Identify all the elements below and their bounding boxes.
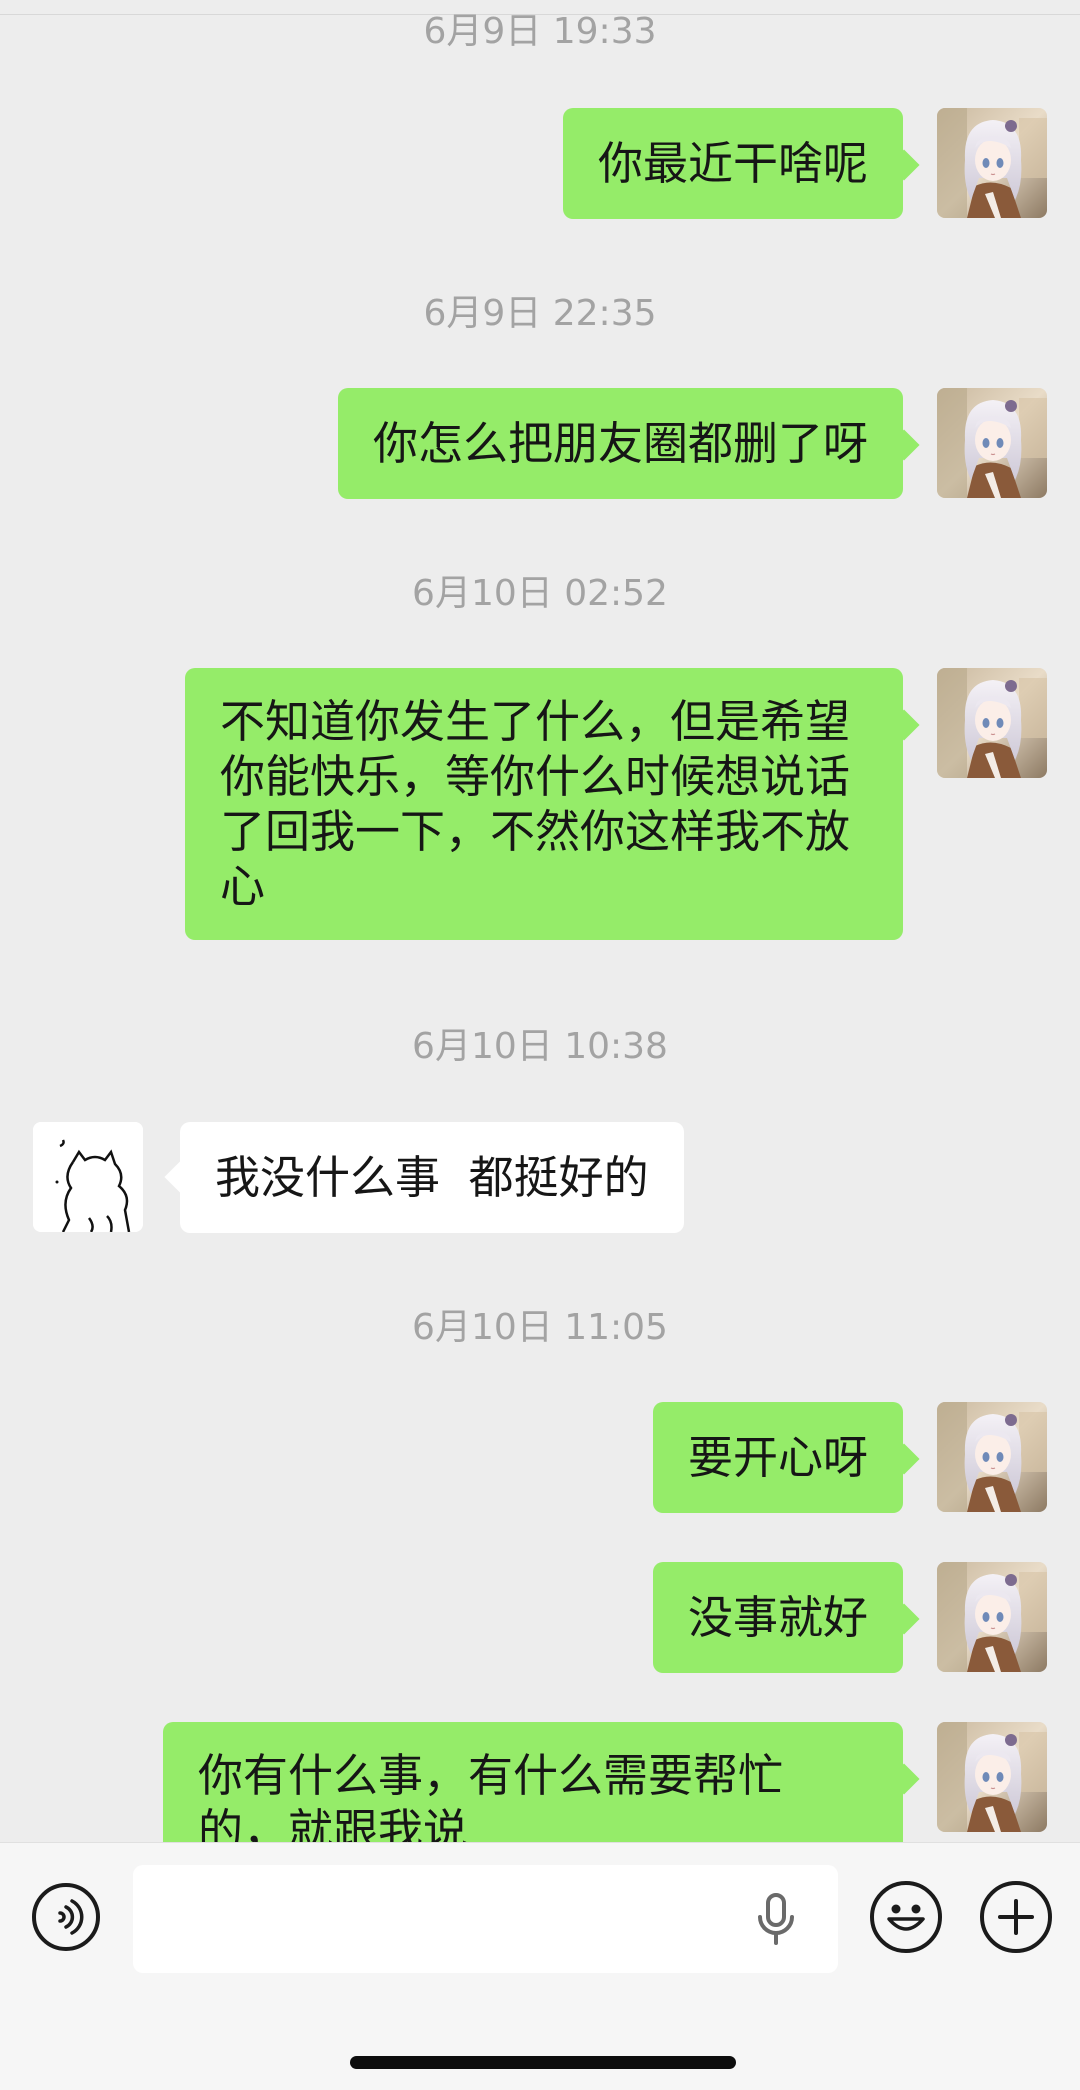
my-avatar[interactable]: [937, 388, 1047, 498]
message-text: 你有什么事，有什么需要帮忙的，就跟我说: [198, 1749, 784, 1842]
my-message-bubble[interactable]: 没事就好: [652, 1562, 903, 1673]
emoji-button[interactable]: [870, 1881, 942, 1953]
my-message-bubble[interactable]: 你怎么把朋友圈都删了呀: [337, 388, 903, 499]
my-message-bubble[interactable]: 不知道你发生了什么，但是希望你能快乐，等你什么时候想说话了回我一下，不然你这样我…: [185, 668, 903, 940]
message-timestamp: 6月9日 19:33: [423, 11, 657, 52]
my-avatar[interactable]: [937, 1402, 1047, 1512]
plus-icon: [998, 1899, 1034, 1935]
anime-girl-avatar-image: [937, 108, 1047, 218]
my-message-bubble[interactable]: 你有什么事，有什么需要帮忙的，就跟我说: [163, 1722, 903, 1842]
message-timestamp: 6月10日 02:52: [412, 573, 668, 614]
anime-girl-avatar-image: [937, 668, 1047, 778]
message-input[interactable]: [133, 1865, 838, 1973]
message-text: 你最近干啥呢: [597, 137, 868, 190]
my-avatar[interactable]: [937, 1722, 1047, 1832]
message-text: 不知道你发生了什么，但是希望你能快乐，等你什么时候想说话了回我一下，不然你这样我…: [220, 695, 851, 913]
emoji-icon: [887, 1904, 925, 1931]
input-bar: [0, 1842, 1080, 2090]
cat-sketch-avatar-image: [33, 1122, 143, 1232]
my-avatar[interactable]: [937, 1562, 1047, 1672]
home-indicator[interactable]: [350, 2056, 736, 2069]
anime-girl-avatar-image: [937, 1562, 1047, 1672]
my-message-bubble[interactable]: 你最近干啥呢: [562, 108, 903, 219]
friend-message-bubble[interactable]: 我没什么事 都挺好的: [180, 1122, 684, 1233]
my-avatar[interactable]: [937, 108, 1047, 218]
more-actions-button[interactable]: [980, 1881, 1052, 1953]
anime-girl-avatar-image: [937, 388, 1047, 498]
microphone-icon[interactable]: [756, 1893, 796, 1945]
my-message-bubble[interactable]: 要开心呀: [652, 1402, 903, 1513]
voice-toggle-button[interactable]: [32, 1883, 100, 1951]
message-text: 你怎么把朋友圈都删了呀: [372, 417, 868, 470]
message-timestamp: 6月9日 22:35: [423, 293, 657, 334]
anime-girl-avatar-image: [937, 1722, 1047, 1832]
anime-girl-avatar-image: [937, 1402, 1047, 1512]
message-text: 要开心呀: [687, 1431, 868, 1484]
my-avatar[interactable]: [937, 668, 1047, 778]
message-text: 我没什么事 都挺好的: [215, 1151, 649, 1204]
chat-area[interactable]: 6月9日 19:33 你最近干啥呢 6月9日 22:35 你怎么把朋友圈都删了呀…: [0, 0, 1080, 1842]
voice-icon: [58, 1899, 84, 1935]
message-timestamp: 6月10日 11:05: [412, 1307, 668, 1348]
message-text: 没事就好: [687, 1591, 868, 1644]
message-timestamp: 6月10日 10:38: [412, 1026, 668, 1067]
friend-avatar[interactable]: [33, 1122, 143, 1232]
